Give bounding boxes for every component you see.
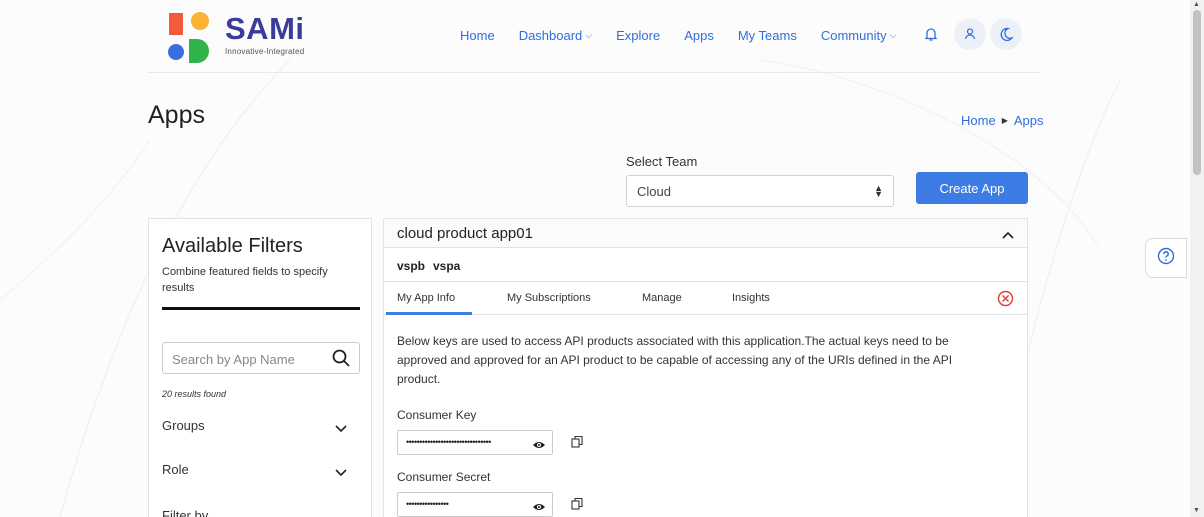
app-panel: cloud product app01 vspb vspa My App Inf…	[383, 218, 1028, 517]
header-divider	[148, 72, 1040, 73]
brand-logo[interactable]: SAMi Innovative-Integrated	[167, 11, 317, 63]
chevron-down-icon: ⌵	[889, 29, 897, 40]
consumer-secret-label: Consumer Secret	[397, 470, 491, 484]
app-tabs: My App Info My Subscriptions Manage Insi…	[384, 282, 1027, 315]
select-arrows-icon: ▲ ▼	[874, 183, 883, 199]
team-tag: vspb	[397, 259, 426, 273]
brand-tagline: Innovative-Integrated	[225, 47, 305, 56]
team-select[interactable]: Cloud ▲ ▼	[626, 175, 894, 207]
filter-label: Filter by	[162, 508, 209, 517]
chevron-down-icon	[334, 466, 348, 481]
search-icon[interactable]	[331, 348, 351, 373]
results-count: 20 results found	[162, 389, 227, 399]
help-button[interactable]	[1145, 238, 1187, 278]
team-select-value: Cloud	[637, 184, 671, 199]
nav-item-dashboard[interactable]: Dashboard ⌵	[519, 28, 592, 43]
filters-panel: Available Filters Combine featured field…	[148, 218, 372, 517]
filters-divider	[162, 307, 360, 310]
page-title: Apps	[148, 101, 205, 129]
consumer-secret-value: ••••••••••••••••	[406, 499, 449, 509]
app-accordion-header[interactable]: cloud product app01	[384, 219, 1027, 248]
team-tag: vspa	[433, 259, 461, 273]
breadcrumb-current[interactable]: Apps	[1014, 113, 1044, 128]
logo-mark-icon	[168, 12, 209, 63]
keys-description: Below keys are used to access API produc…	[397, 334, 953, 386]
consumer-key-value: ••••••••••••••••••••••••••••••••	[406, 437, 491, 447]
bell-icon[interactable]	[921, 24, 941, 44]
user-icon[interactable]	[954, 18, 986, 50]
brand-name: SAMi	[225, 11, 305, 46]
chevron-down-icon	[334, 422, 348, 437]
main-nav: Home Dashboard ⌵ Explore Apps My Teams Co…	[460, 25, 920, 45]
tab-manage[interactable]: Manage	[642, 292, 682, 304]
nav-item-community[interactable]: Community ⌵	[821, 28, 897, 43]
help-icon	[1157, 247, 1175, 270]
caret-right-icon: ▶	[1001, 116, 1008, 125]
nav-label: My Teams	[737, 27, 797, 43]
nav-label: Home	[460, 27, 495, 43]
scroll-up-icon[interactable]: ▲	[1193, 1, 1200, 8]
eye-icon[interactable]	[532, 499, 546, 516]
chevron-up-icon[interactable]	[1001, 227, 1015, 245]
nav-item-apps[interactable]: Apps	[684, 28, 714, 43]
app-search-input[interactable]: Search by App Name	[162, 342, 360, 374]
filter-groups[interactable]: Groups	[162, 418, 348, 438]
filter-label: Groups	[162, 418, 205, 433]
page-scrollbar[interactable]: ▲ ▼	[1190, 0, 1204, 517]
consumer-key-field[interactable]: ••••••••••••••••••••••••••••••••	[397, 430, 553, 455]
app-name: cloud product app01	[397, 225, 533, 242]
filter-label: Role	[162, 462, 189, 477]
filter-filter-by[interactable]: Filter by	[162, 508, 348, 517]
copy-icon[interactable]	[571, 435, 584, 454]
nav-label: Explore	[616, 27, 661, 43]
tab-my-subscriptions[interactable]: My Subscriptions	[507, 292, 591, 304]
nav-label: Community	[820, 27, 887, 43]
active-tab-indicator	[386, 312, 472, 315]
select-team-label: Select Team	[626, 154, 698, 169]
breadcrumb-home[interactable]: Home	[961, 113, 996, 128]
tab-insights[interactable]: Insights	[732, 292, 770, 304]
top-navbar: SAMi Innovative-Integrated Home Dashboar…	[0, 0, 1190, 72]
consumer-secret-field[interactable]: ••••••••••••••••	[397, 492, 553, 517]
nav-item-my-teams[interactable]: My Teams	[738, 28, 797, 43]
filters-subtitle: Combine featured fields to specify resul…	[162, 266, 328, 294]
consumer-key-label: Consumer Key	[397, 408, 477, 422]
breadcrumb: Home ▶ Apps	[961, 113, 1043, 128]
moon-icon[interactable]	[990, 18, 1022, 50]
eye-icon[interactable]	[532, 437, 546, 454]
nav-item-explore[interactable]: Explore	[616, 28, 660, 43]
nav-label: Apps	[684, 27, 714, 43]
close-icon[interactable]	[997, 290, 1014, 312]
copy-icon[interactable]	[571, 497, 584, 516]
search-placeholder: Search by App Name	[172, 352, 295, 367]
tab-my-app-info[interactable]: My App Info	[397, 292, 455, 304]
chevron-down-icon: ⌵	[585, 29, 593, 40]
nav-label: Dashboard	[518, 27, 583, 43]
create-app-button[interactable]: Create App	[916, 172, 1028, 204]
scrollbar-thumb[interactable]	[1193, 10, 1201, 175]
filter-role[interactable]: Role	[162, 462, 348, 482]
app-teams: vspb vspa	[384, 248, 1027, 282]
filters-title: Available Filters	[162, 235, 303, 257]
scroll-down-icon[interactable]: ▼	[1193, 507, 1200, 514]
nav-item-home[interactable]: Home	[460, 28, 495, 43]
